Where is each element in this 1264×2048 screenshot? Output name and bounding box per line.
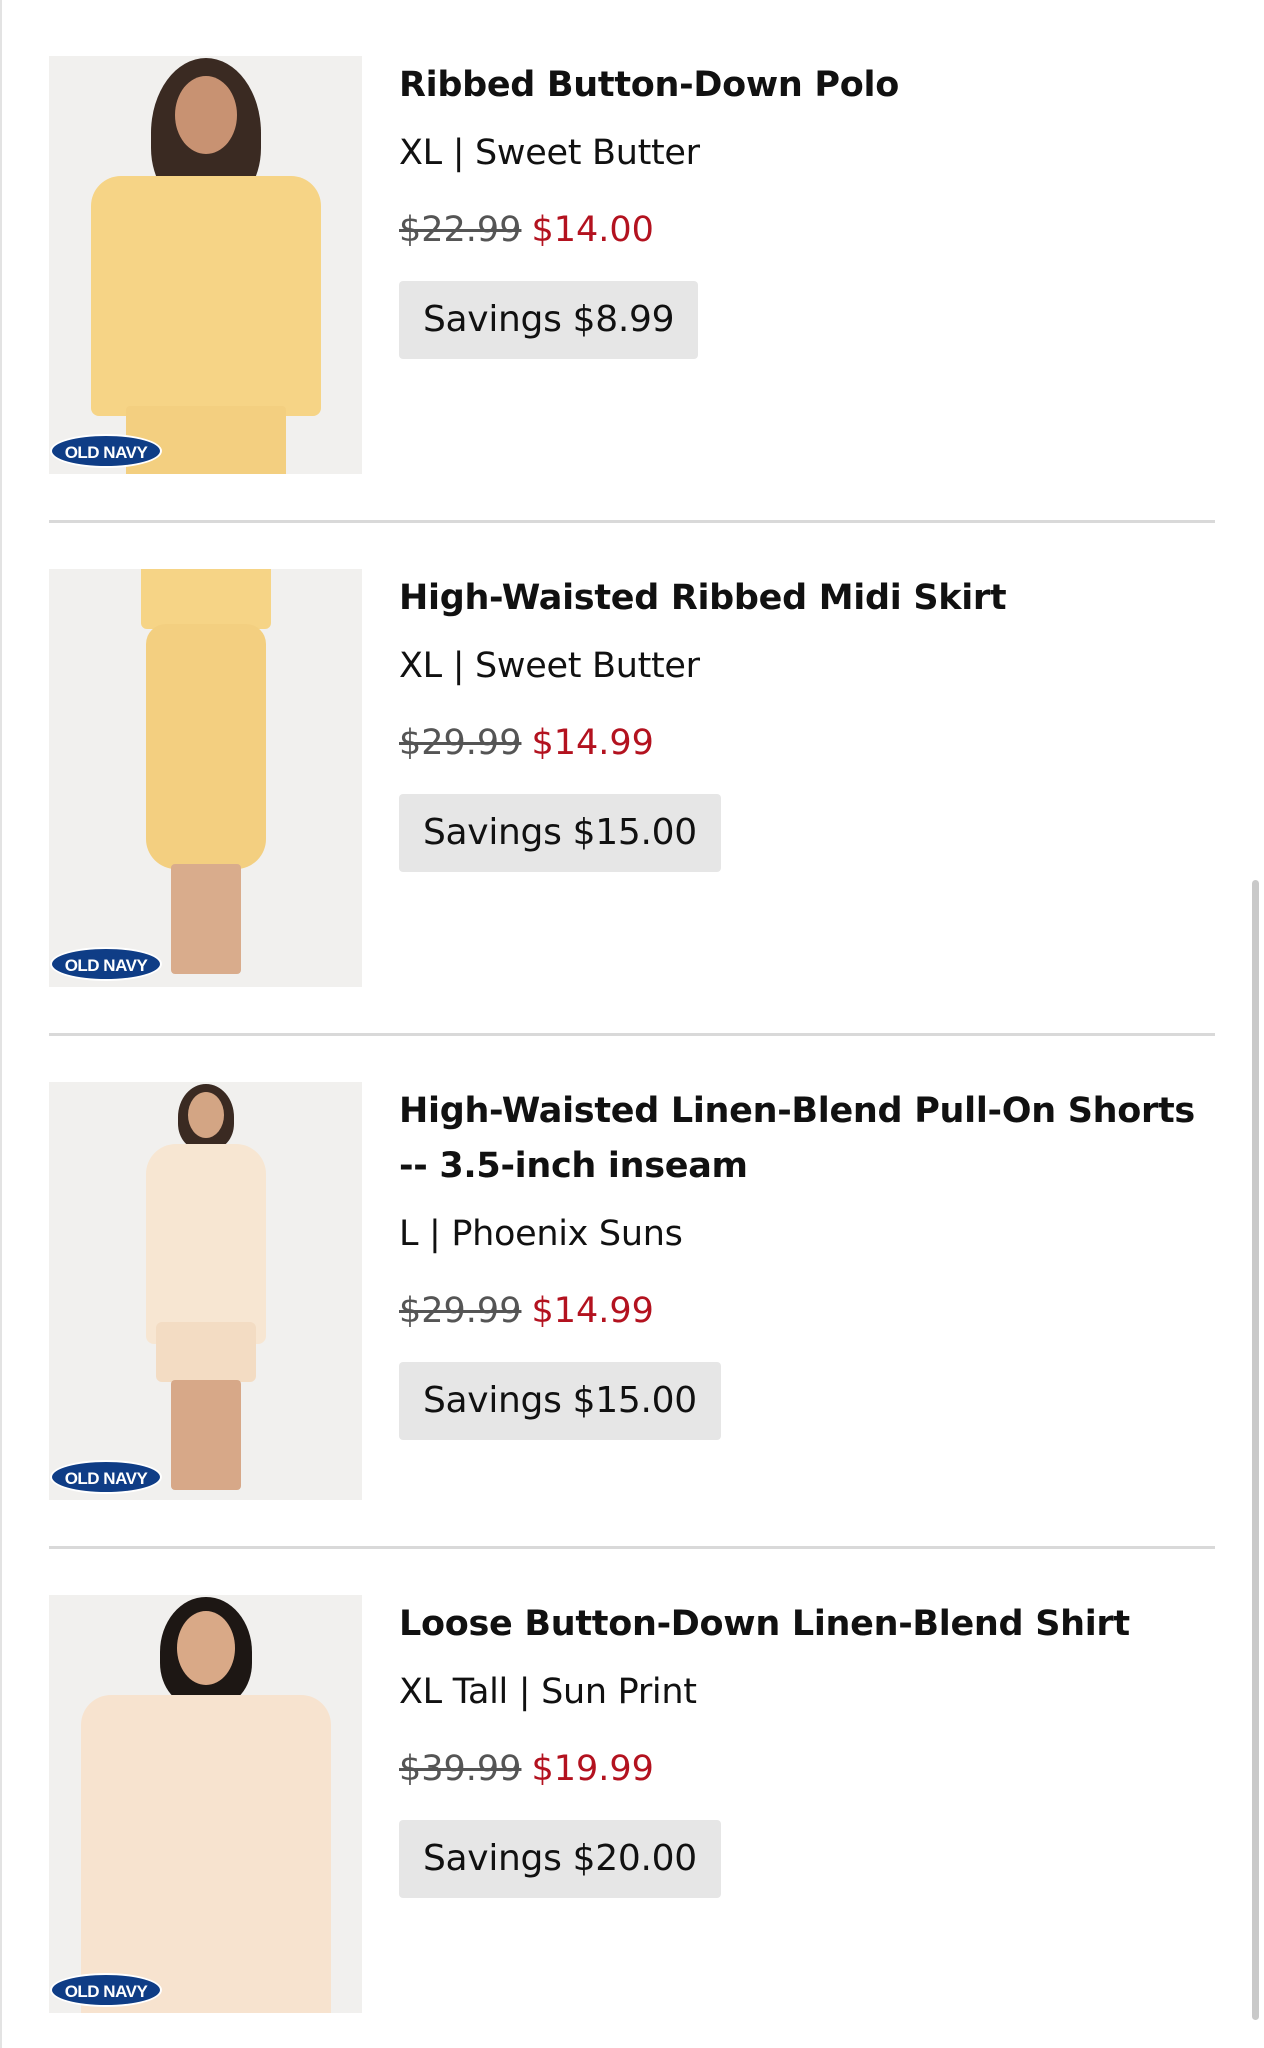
- sale-price: $14.99: [531, 723, 654, 763]
- old-navy-logo: OLD NAVY: [50, 947, 162, 981]
- sale-price: $14.99: [531, 1291, 654, 1331]
- page-left-border: [0, 0, 2, 2048]
- original-price: $29.99: [399, 723, 522, 763]
- cart-item[interactable]: OLD NAVY High-Waisted Ribbed Midi Skirt …: [49, 569, 1215, 987]
- savings-badge: Savings $20.00: [399, 1820, 721, 1898]
- old-navy-logo: OLD NAVY: [50, 1460, 162, 1494]
- old-navy-logo: OLD NAVY: [50, 434, 162, 468]
- product-image[interactable]: OLD NAVY: [49, 569, 362, 987]
- item-divider: [49, 1546, 1215, 1549]
- sale-price: $14.00: [531, 210, 654, 250]
- cart-item-list: OLD NAVY Ribbed Button-Down Polo XL | Sw…: [49, 56, 1215, 2013]
- item-details: Loose Button-Down Linen-Blend Shirt XL T…: [399, 1595, 1215, 1898]
- model-legs: [170, 1380, 241, 1490]
- item-details: Ribbed Button-Down Polo XL | Sweet Butte…: [399, 56, 1215, 359]
- original-price: $39.99: [399, 1749, 522, 1789]
- product-image[interactable]: OLD NAVY: [49, 56, 362, 474]
- scrollbar-thumb[interactable]: [1252, 880, 1259, 2020]
- item-divider: [49, 1033, 1215, 1036]
- original-price: $22.99: [399, 210, 522, 250]
- original-price: $29.99: [399, 1291, 522, 1331]
- item-details: High-Waisted Linen-Blend Pull-On Shorts …: [399, 1082, 1215, 1440]
- old-navy-logo: OLD NAVY: [50, 1973, 162, 2007]
- item-divider: [49, 520, 1215, 523]
- sale-price: $19.99: [531, 1749, 654, 1789]
- cart-item[interactable]: OLD NAVY High-Waisted Linen-Blend Pull-O…: [49, 1082, 1215, 1500]
- cart-item[interactable]: OLD NAVY Loose Button-Down Linen-Blend S…: [49, 1595, 1215, 2013]
- product-image[interactable]: OLD NAVY: [49, 1082, 362, 1500]
- product-variant: XL Tall | Sun Print: [399, 1672, 697, 1712]
- savings-badge: Savings $8.99: [399, 281, 699, 359]
- model-face: [187, 1092, 224, 1138]
- product-variant: XL | Sweet Butter: [399, 646, 700, 686]
- price-row: $29.99 $14.99: [399, 723, 1215, 763]
- model-legs: [170, 864, 241, 974]
- product-title[interactable]: Loose Button-Down Linen-Blend Shirt: [399, 1597, 1215, 1652]
- price-row: $39.99 $19.99: [399, 1749, 1215, 1789]
- price-row: $29.99 $14.99: [399, 1291, 1215, 1331]
- linen-shorts: [155, 1322, 256, 1382]
- product-variant: L | Phoenix Suns: [399, 1214, 683, 1254]
- product-title[interactable]: High-Waisted Linen-Blend Pull-On Shorts …: [399, 1084, 1215, 1194]
- top-garment: [140, 569, 271, 629]
- cart-item[interactable]: OLD NAVY Ribbed Button-Down Polo XL | Sw…: [49, 56, 1215, 474]
- midi-skirt: [145, 624, 266, 869]
- product-title[interactable]: Ribbed Button-Down Polo: [399, 58, 1215, 113]
- scrollbar[interactable]: [1250, 0, 1264, 2048]
- product-title[interactable]: High-Waisted Ribbed Midi Skirt: [399, 571, 1215, 626]
- model-face: [174, 76, 237, 154]
- printed-shirt: [145, 1144, 266, 1344]
- product-variant: XL | Sweet Butter: [399, 133, 700, 173]
- price-row: $22.99 $14.00: [399, 210, 1215, 250]
- item-details: High-Waisted Ribbed Midi Skirt XL | Swee…: [399, 569, 1215, 872]
- model-face: [176, 1611, 235, 1685]
- savings-badge: Savings $15.00: [399, 794, 721, 872]
- polo-top: [90, 176, 321, 416]
- savings-badge: Savings $15.00: [399, 1362, 721, 1440]
- product-image[interactable]: OLD NAVY: [49, 1595, 362, 2013]
- printed-shirt: [80, 1695, 331, 2013]
